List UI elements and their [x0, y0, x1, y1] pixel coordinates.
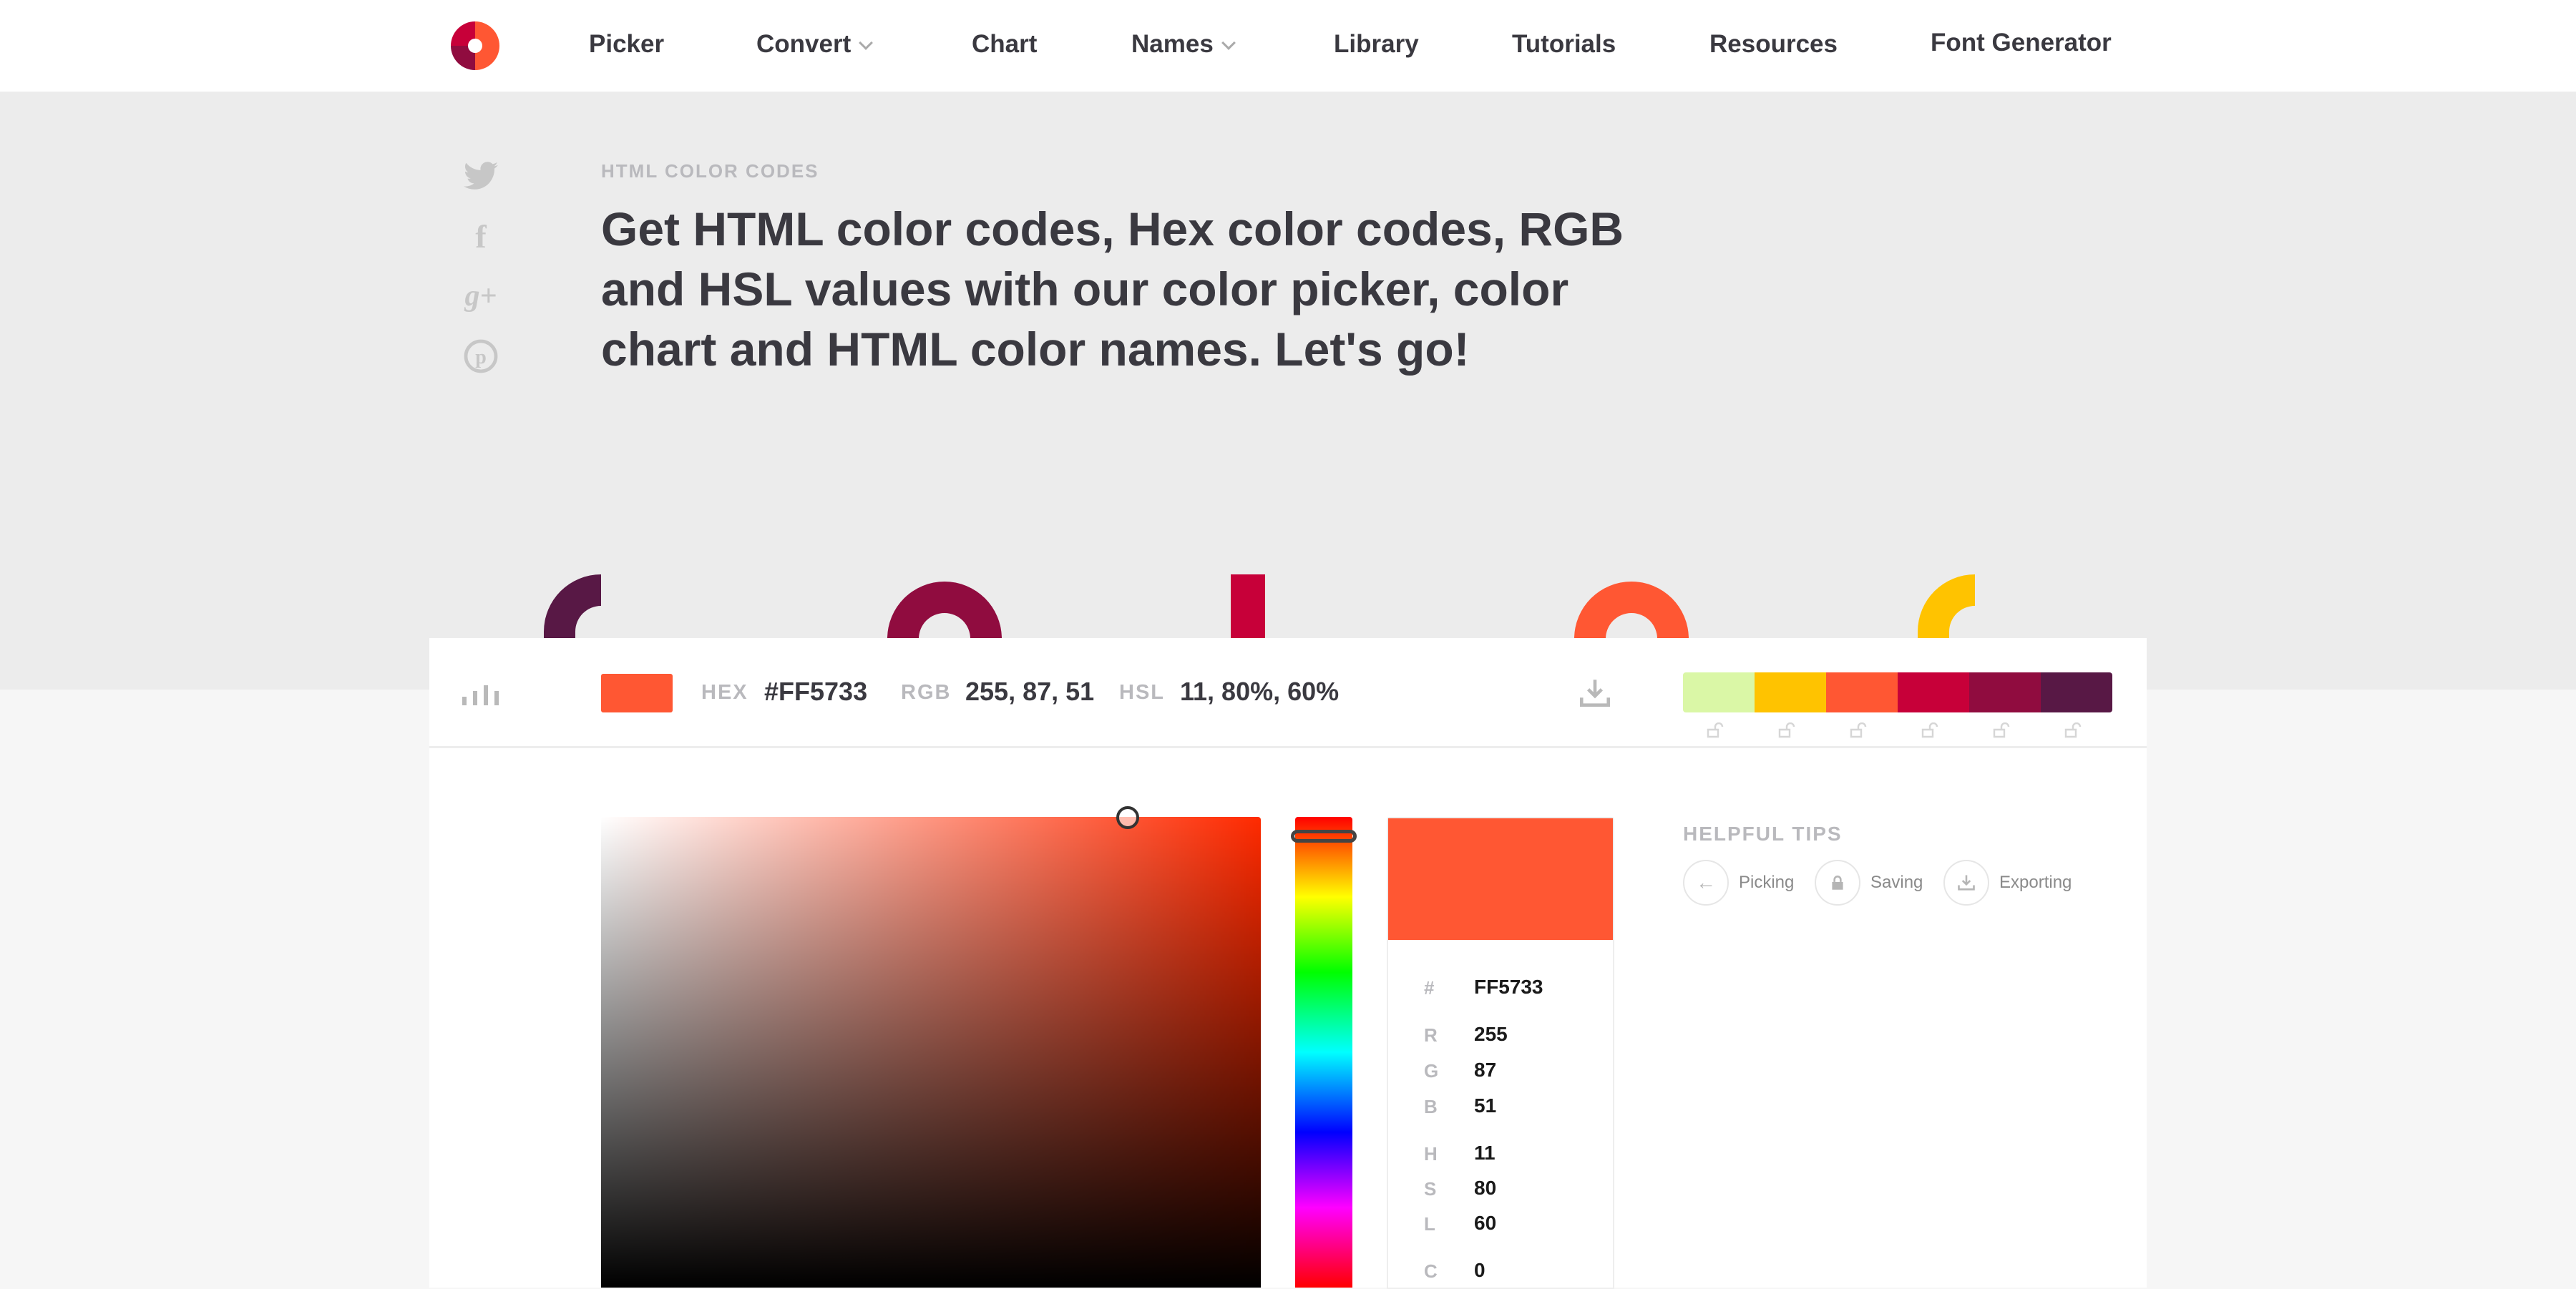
- tip-exporting[interactable]: Exporting: [1943, 860, 2072, 906]
- bar-chart-icon[interactable]: [462, 681, 501, 705]
- tip-saving[interactable]: Saving: [1815, 860, 1923, 906]
- color-toolbar: HEX #FF5733 RGB 255, 87, 51 HSL 11, 80%,…: [429, 638, 2147, 748]
- helpful-tips-title: HELPFUL TIPS: [1683, 823, 1843, 845]
- hex-key: #: [1424, 977, 1435, 999]
- svg-text:p: p: [475, 346, 487, 368]
- page-eyebrow: HTML COLOR CODES: [601, 160, 819, 182]
- decorative-quarter-ring: [1918, 574, 1975, 639]
- nav-convert-label: Convert: [756, 30, 852, 58]
- download-icon: [1943, 860, 1989, 906]
- google-plus-icon[interactable]: g+: [462, 278, 499, 315]
- unlock-icon[interactable]: [1991, 722, 2011, 738]
- chevron-down-icon: [859, 36, 874, 50]
- hsl-value[interactable]: 11, 80%, 60%: [1180, 677, 1339, 707]
- rgb-label: RGB: [901, 681, 952, 704]
- tip-saving-label: Saving: [1870, 873, 1923, 892]
- decorative-bar: [1231, 574, 1265, 639]
- palette-swatch-6[interactable]: [2041, 672, 2112, 712]
- lightness-field[interactable]: 60: [1474, 1212, 1496, 1235]
- page-headline: Get HTML color codes, Hex color codes, R…: [601, 202, 1624, 376]
- blue-field[interactable]: 51: [1474, 1094, 1496, 1117]
- arrow-left-icon: ←: [1683, 860, 1729, 906]
- pinterest-icon[interactable]: p: [462, 338, 499, 375]
- palette-swatch-4[interactable]: [1898, 672, 1969, 712]
- palette-swatch-2[interactable]: [1755, 672, 1826, 712]
- tip-picking-label: Picking: [1739, 873, 1795, 892]
- unlock-icon[interactable]: [1705, 722, 1725, 738]
- nav-picker[interactable]: Picker: [589, 30, 664, 59]
- color-picker-panel: HEX #FF5733 RGB 255, 87, 51 HSL 11, 80%,…: [429, 638, 2147, 1289]
- lock-icon: [1815, 860, 1860, 906]
- nav-resources[interactable]: Resources: [1709, 30, 1838, 59]
- hue-slider-handle[interactable]: [1291, 830, 1357, 843]
- decorative-quarter-ring: [544, 574, 601, 639]
- hue-key: H: [1424, 1143, 1438, 1165]
- nav-library[interactable]: Library: [1334, 30, 1419, 59]
- nav-font-generator[interactable]: Font Generator: [1931, 29, 2112, 57]
- saturation-handle[interactable]: [1116, 806, 1139, 829]
- hue-field[interactable]: 11: [1474, 1142, 1496, 1165]
- saturation-field[interactable]: 80: [1474, 1177, 1496, 1200]
- color-palette[interactable]: [1683, 672, 2112, 712]
- palette-swatch-5[interactable]: [1969, 672, 2041, 712]
- top-navigation: Picker Convert Chart Names Library Tutor…: [0, 0, 2576, 92]
- hex-label: HEX: [701, 681, 748, 704]
- nav-names-label: Names: [1131, 30, 1214, 58]
- lightness-key: L: [1424, 1213, 1435, 1235]
- facebook-icon[interactable]: f: [462, 217, 499, 255]
- nav-tutorials[interactable]: Tutorials: [1512, 30, 1616, 59]
- current-color-swatch: [601, 674, 673, 712]
- unlock-icon[interactable]: [1777, 722, 1797, 738]
- tip-exporting-label: Exporting: [1999, 873, 2072, 892]
- tip-picking[interactable]: ← Picking: [1683, 860, 1794, 906]
- unlock-icon[interactable]: [1920, 722, 1940, 738]
- blue-key: B: [1424, 1096, 1438, 1117]
- selected-color-preview: [1388, 818, 1613, 940]
- unlock-icon[interactable]: [2063, 722, 2083, 738]
- hex-field[interactable]: FF5733: [1474, 976, 1543, 999]
- saturation-key: S: [1424, 1178, 1437, 1200]
- logo-icon[interactable]: [451, 21, 499, 70]
- palette-swatch-3[interactable]: [1826, 672, 1898, 712]
- decorative-ring: [887, 582, 1002, 639]
- nav-chart[interactable]: Chart: [972, 30, 1037, 59]
- chevron-down-icon: [1221, 36, 1236, 50]
- hero-section: f g+ p HTML COLOR CODES Get HTML color c…: [0, 92, 2576, 690]
- nav-convert[interactable]: Convert: [756, 30, 874, 59]
- unlock-icon[interactable]: [1848, 722, 1868, 738]
- hsl-label: HSL: [1119, 681, 1165, 704]
- green-key: G: [1424, 1060, 1439, 1082]
- nav-names[interactable]: Names: [1131, 30, 1236, 59]
- red-key: R: [1424, 1024, 1438, 1046]
- hue-slider[interactable]: [1295, 817, 1352, 1288]
- saturation-lightness-area[interactable]: [601, 817, 1261, 1288]
- decorative-ring: [1574, 582, 1689, 639]
- palette-swatch-1[interactable]: [1683, 672, 1755, 712]
- green-field[interactable]: 87: [1474, 1059, 1496, 1082]
- twitter-icon[interactable]: [462, 157, 499, 195]
- color-values-card: # FF5733 R 255 G 87 B 51 H 11 S 80 L 60 …: [1387, 817, 1614, 1289]
- hex-value[interactable]: #FF5733: [764, 677, 867, 707]
- rgb-value[interactable]: 255, 87, 51: [965, 677, 1094, 707]
- cyan-field[interactable]: 0: [1474, 1259, 1485, 1282]
- red-field[interactable]: 255: [1474, 1023, 1508, 1046]
- download-icon[interactable]: [1577, 675, 1613, 711]
- cyan-key: C: [1424, 1260, 1438, 1282]
